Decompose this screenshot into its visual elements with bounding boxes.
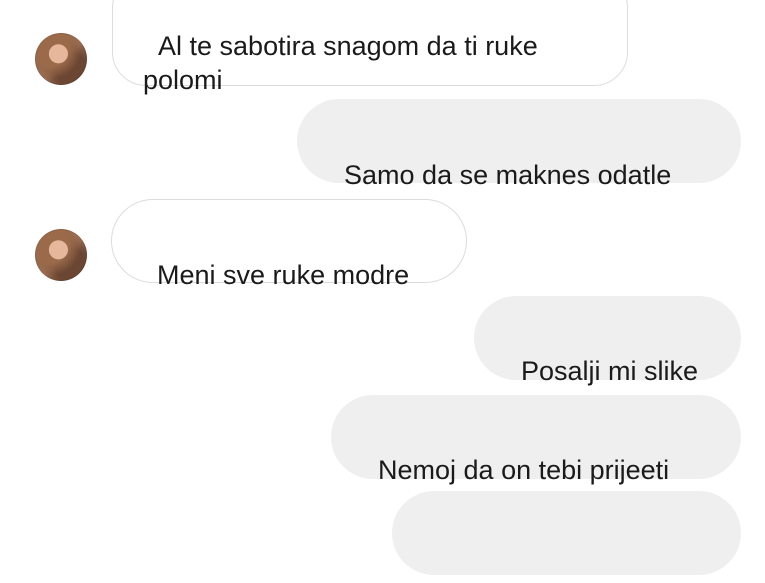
message-bubble-outgoing[interactable]: Samo da se maknes odatle [297, 99, 741, 190]
message-bubble-outgoing[interactable]: Posalji mi slike [474, 296, 741, 386]
message-text: Posalji mi slike [521, 356, 699, 386]
contact-avatar[interactable] [35, 33, 87, 85]
message-bubble-incoming[interactable]: Al te sabotira snagom da ti ruke polomi [112, 0, 628, 95]
message-text: Meni sve ruke modre [157, 260, 410, 290]
message-text: Nemoj da on tebi prijeeti [378, 455, 670, 485]
message-text: Samo da se maknes odatle [344, 160, 672, 190]
message-bubble-outgoing[interactable]: Nemoj da on tebi prijeeti [331, 395, 741, 485]
message-text: Al te sabotira snagom da ti ruke polomi [143, 31, 538, 95]
message-bubble-incoming[interactable]: Meni sve ruke modre [111, 199, 467, 290]
contact-avatar[interactable] [35, 229, 87, 281]
message-bubble-outgoing[interactable] [392, 491, 741, 575]
